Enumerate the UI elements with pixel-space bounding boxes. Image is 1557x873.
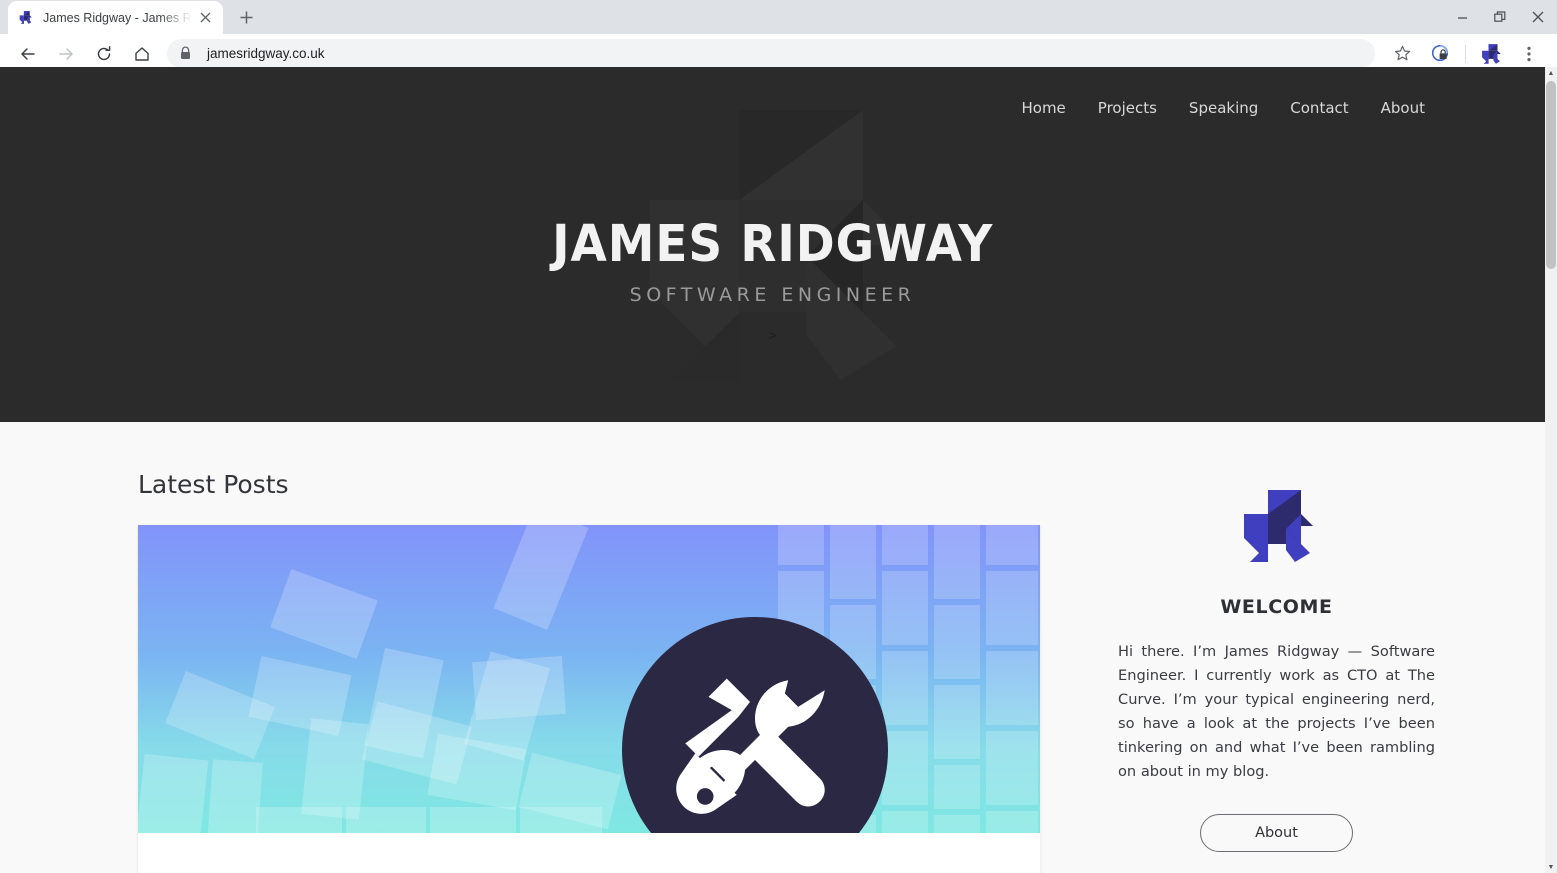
scrollbar-down-arrow[interactable]: ▼	[1545, 861, 1557, 873]
url-text: jamesridgway.co.uk	[207, 46, 325, 61]
jr-monogram-logo	[1243, 490, 1313, 562]
tab-title: James Ridgway - James Ri	[43, 10, 192, 25]
screwdriver-wrench-icon	[676, 678, 825, 814]
hero-content: JAMES RIDGWAY SOFTWARE ENGINEER >	[0, 219, 1545, 344]
sidebar-welcome: WELCOME Hi there. I’m James Ridgway — So…	[1118, 470, 1435, 873]
scrollbar-up-arrow[interactable]: ▲	[1545, 67, 1557, 79]
site-navigation: Home Projects Speaking Contact About	[1021, 99, 1425, 117]
window-close-button[interactable]	[1519, 0, 1557, 34]
page-viewport: Home Projects Speaking Contact About JAM…	[0, 67, 1545, 873]
privacy-shield-icon[interactable]	[1425, 39, 1455, 69]
bookmark-star-icon[interactable]	[1387, 39, 1417, 69]
tab-strip: James Ridgway - James Ri	[0, 0, 1557, 34]
scrollbar-thumb[interactable]	[1546, 81, 1556, 269]
hero-subtitle: SOFTWARE ENGINEER	[629, 284, 916, 306]
toolbar-right-actions	[1383, 39, 1548, 69]
nav-item-projects[interactable]: Projects	[1098, 99, 1157, 117]
window-restore-button[interactable]	[1481, 0, 1519, 34]
home-button[interactable]	[127, 39, 157, 69]
sidebar-bio-text: Hi there. I’m James Ridgway — Software E…	[1118, 643, 1435, 780]
hero-section: Home Projects Speaking Contact About JAM…	[0, 67, 1545, 422]
about-button[interactable]: About	[1200, 814, 1353, 852]
hero-title: JAMES RIDGWAY	[551, 215, 994, 274]
page-scrollbar[interactable]: ▲ ▼	[1545, 67, 1557, 873]
scrollbar-track[interactable]	[1545, 79, 1557, 861]
nav-item-about[interactable]: About	[1381, 99, 1425, 117]
post-card[interactable]	[138, 525, 1040, 873]
new-tab-button[interactable]	[232, 3, 260, 31]
toolbar-divider	[1465, 44, 1466, 63]
address-bar[interactable]: jamesridgway.co.uk	[167, 39, 1375, 68]
forward-button[interactable]	[51, 39, 81, 69]
browser-window: James Ridgway - James Ri jamesridgway.co…	[0, 0, 1557, 873]
window-controls	[1443, 0, 1557, 34]
reload-button[interactable]	[89, 39, 119, 69]
back-button[interactable]	[13, 39, 43, 69]
sidebar-heading: WELCOME	[1220, 596, 1333, 618]
page-content: Latest Posts WELCOME Hi there. I’m James…	[0, 422, 1545, 873]
browser-tab[interactable]: James Ridgway - James Ri	[8, 1, 223, 34]
nav-item-speaking[interactable]: Speaking	[1189, 99, 1258, 117]
tab-close-icon[interactable]	[196, 9, 214, 27]
latest-posts-column: Latest Posts	[138, 470, 1040, 873]
lock-icon	[179, 46, 195, 62]
page-title: Latest Posts	[138, 470, 289, 499]
hero-scroll-chevron-icon[interactable]: >	[0, 328, 1545, 344]
window-minimize-button[interactable]	[1443, 0, 1481, 34]
nav-item-contact[interactable]: Contact	[1290, 99, 1348, 117]
post-thumbnail	[138, 525, 1040, 833]
browser-menu-button[interactable]	[1514, 39, 1544, 69]
post-card-body	[138, 833, 1040, 873]
nav-item-home[interactable]: Home	[1021, 99, 1065, 117]
jr-logo-favicon	[19, 11, 32, 24]
jr-profile-avatar[interactable]	[1478, 41, 1504, 67]
